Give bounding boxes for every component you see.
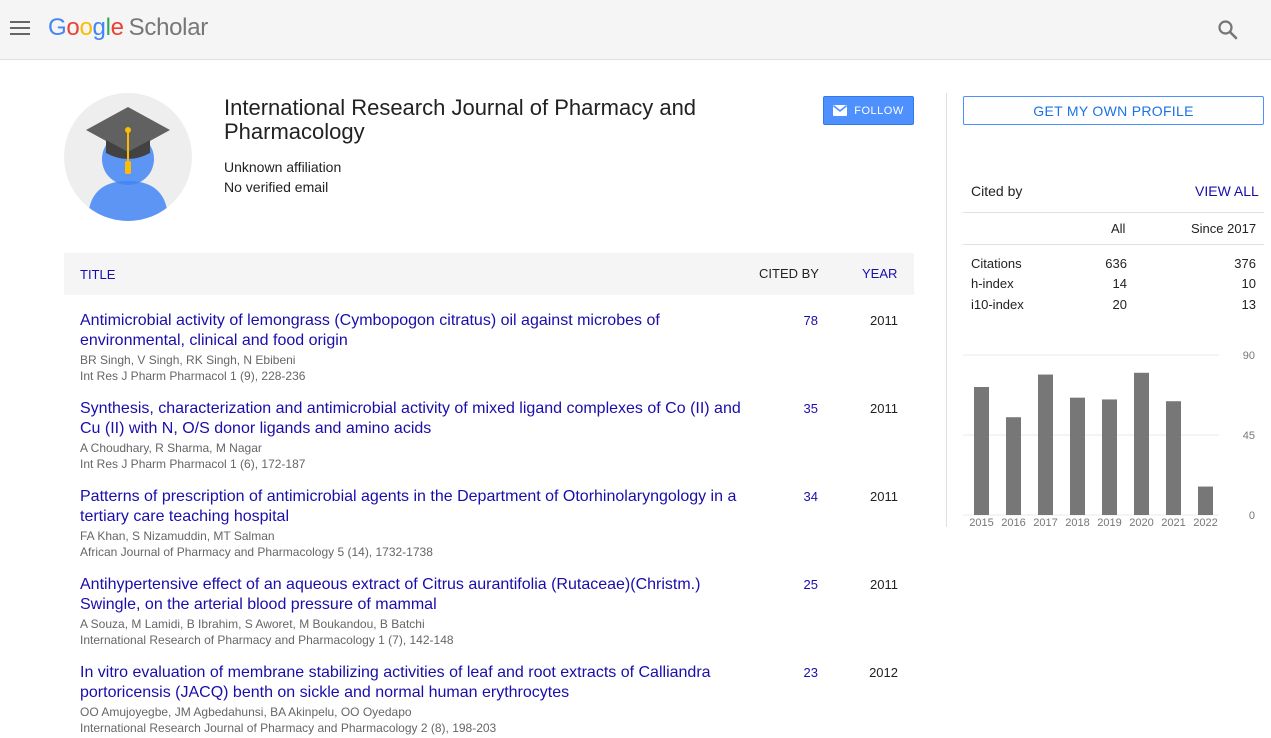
table-row: Antihypertensive effect of an aqueous ex… bbox=[64, 575, 914, 663]
column-divider bbox=[946, 93, 947, 527]
chart-y-tick-label: 45 bbox=[1243, 430, 1255, 442]
stats-header-all: All bbox=[1111, 221, 1126, 236]
logo-letter: G bbox=[48, 14, 67, 41]
avatar bbox=[64, 93, 192, 221]
table-row: In vitro evaluation of membrane stabiliz… bbox=[64, 663, 914, 738]
stat-since-value: 13 bbox=[1241, 297, 1256, 312]
stat-all-value: 14 bbox=[1112, 276, 1127, 291]
article-cited-by-link[interactable]: 25 bbox=[764, 577, 818, 592]
chart-x-tick-label: 2015 bbox=[969, 517, 993, 529]
logo-letter: g bbox=[92, 14, 106, 41]
article-title-link[interactable]: Patterns of prescription of antimicrobia… bbox=[80, 487, 750, 527]
profile-affiliation: Unknown affiliation bbox=[224, 159, 342, 175]
cited-by-column-header[interactable]: CITED BY bbox=[759, 266, 819, 281]
chart-x-tick-label: 2018 bbox=[1065, 517, 1089, 529]
article-year: 2011 bbox=[870, 577, 898, 592]
article-cited-by-link[interactable]: 23 bbox=[764, 665, 818, 680]
chart-x-tick-label: 2020 bbox=[1129, 517, 1153, 529]
stat-all-value: 636 bbox=[1105, 256, 1127, 271]
article-authors: A Souza, M Lamidi, B Ibrahim, S Aworet, … bbox=[80, 617, 425, 631]
chart-x-tick-label: 2021 bbox=[1161, 517, 1185, 529]
article-title-link[interactable]: In vitro evaluation of membrane stabiliz… bbox=[80, 663, 750, 703]
stats-divider bbox=[963, 212, 1264, 213]
article-authors: OO Amujoyegbe, JM Agbedahunsi, BA Akinpe… bbox=[80, 705, 412, 719]
table-row: Patterns of prescription of antimicrobia… bbox=[64, 487, 914, 575]
article-cited-by-link[interactable]: 35 bbox=[764, 401, 818, 416]
article-year: 2011 bbox=[870, 401, 898, 416]
chart-bar[interactable] bbox=[974, 387, 989, 515]
table-row: Antimicrobial activity of lemongrass (Cy… bbox=[64, 311, 914, 399]
stat-since-value: 10 bbox=[1241, 276, 1256, 291]
chart-x-tick-label: 2022 bbox=[1193, 517, 1217, 529]
article-venue: Int Res J Pharm Pharmacol 1 (6), 172-187 bbox=[80, 457, 306, 471]
article-venue: International Research of Pharmacy and P… bbox=[80, 633, 454, 647]
chart-x-tick-label: 2016 bbox=[1001, 517, 1025, 529]
article-venue: Int Res J Pharm Pharmacol 1 (9), 228-236 bbox=[80, 369, 306, 383]
search-icon[interactable] bbox=[1216, 18, 1240, 42]
article-venue: International Research Journal of Pharma… bbox=[80, 721, 497, 735]
stat-label[interactable]: h-index bbox=[971, 276, 1014, 291]
article-title-link[interactable]: Synthesis, characterization and antimicr… bbox=[80, 399, 750, 439]
article-venue: African Journal of Pharmacy and Pharmaco… bbox=[80, 545, 433, 559]
google-scholar-logo[interactable]: Google Scholar bbox=[48, 14, 208, 42]
article-year: 2011 bbox=[870, 489, 898, 504]
chart-x-tick-label: 2017 bbox=[1033, 517, 1057, 529]
logo-letter: o bbox=[66, 14, 80, 41]
chart-bar[interactable] bbox=[1038, 374, 1053, 515]
get-my-own-profile-button[interactable]: GET MY OWN PROFILE bbox=[963, 96, 1264, 125]
article-authors: A Choudhary, R Sharma, M Nagar bbox=[80, 441, 262, 455]
menu-icon[interactable] bbox=[10, 18, 32, 38]
article-authors: FA Khan, S Nizamuddin, MT Salman bbox=[80, 529, 275, 543]
article-cited-by-link[interactable]: 78 bbox=[764, 313, 818, 328]
view-all-link[interactable]: VIEW ALL bbox=[1195, 183, 1259, 199]
logo-letter: o bbox=[79, 14, 93, 41]
sort-by-title[interactable]: TITLE bbox=[80, 267, 115, 282]
article-year: 2012 bbox=[869, 665, 898, 680]
article-cited-by-link[interactable]: 34 bbox=[764, 489, 818, 504]
chart-y-tick-label: 90 bbox=[1243, 350, 1255, 362]
envelope-icon bbox=[833, 105, 848, 116]
table-row: Synthesis, characterization and antimicr… bbox=[64, 399, 914, 487]
chart-bar[interactable] bbox=[1070, 397, 1085, 515]
chart-bar[interactable] bbox=[1166, 401, 1181, 515]
stat-all-value: 20 bbox=[1112, 297, 1127, 312]
article-title-link[interactable]: Antimicrobial activity of lemongrass (Cy… bbox=[80, 311, 750, 351]
chart-bar[interactable] bbox=[1134, 372, 1149, 515]
article-title-link[interactable]: Antihypertensive effect of an aqueous ex… bbox=[80, 575, 750, 615]
graduate-avatar-icon bbox=[86, 107, 170, 221]
profile-name: International Research Journal of Pharma… bbox=[224, 95, 697, 144]
article-authors: BR Singh, V Singh, RK Singh, N Ebibeni bbox=[80, 353, 296, 367]
chart-y-tick-label: 0 bbox=[1249, 510, 1255, 522]
logo-suffix: Scholar bbox=[128, 14, 209, 41]
logo-letter: e bbox=[110, 14, 124, 41]
chart-x-tick-label: 2019 bbox=[1097, 517, 1121, 529]
stat-since-value: 376 bbox=[1234, 256, 1256, 271]
top-bar: Google Scholar bbox=[0, 0, 1271, 60]
chart-bar[interactable] bbox=[1198, 486, 1213, 515]
citations-per-year-chart: 90 45 0 2015 2016 2017 2018 2019 2020 2021 2022 bbox=[963, 350, 1255, 529]
article-year: 2011 bbox=[870, 313, 898, 328]
chart-bar[interactable] bbox=[1102, 399, 1117, 515]
stat-label[interactable]: i10-index bbox=[971, 297, 1024, 312]
follow-label: FOLLOW bbox=[854, 104, 904, 117]
profile-email: No verified email bbox=[224, 179, 329, 195]
chart-bar[interactable] bbox=[1006, 417, 1021, 515]
stats-header-since: Since 2017 bbox=[1191, 221, 1257, 236]
articles-table-header: TITLE CITED BY YEAR bbox=[64, 253, 914, 295]
follow-button[interactable]: FOLLOW bbox=[823, 96, 914, 125]
sort-by-year[interactable]: YEAR bbox=[862, 266, 897, 281]
cited-by-heading: Cited by bbox=[971, 183, 1023, 199]
stats-divider bbox=[963, 244, 1264, 245]
stat-label[interactable]: Citations bbox=[971, 256, 1022, 271]
